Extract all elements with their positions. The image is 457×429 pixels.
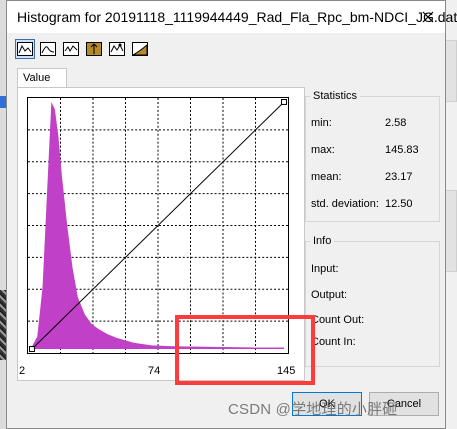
background-panel bbox=[445, 190, 457, 272]
histogram-gaussian-button[interactable] bbox=[38, 39, 58, 59]
info-count-out-label: Count Out: bbox=[311, 314, 365, 326]
statistics-title: Statistics bbox=[313, 90, 358, 102]
histogram-linear-icon bbox=[17, 42, 33, 56]
histogram-cumulative-icon bbox=[132, 42, 148, 56]
histogram-custom-icon bbox=[109, 42, 125, 56]
info-input-label: Input: bbox=[311, 263, 339, 275]
histogram-equalize-icon bbox=[63, 42, 79, 56]
toolbar bbox=[15, 39, 150, 63]
histogram-dialog: Histogram for 20191118_1119944449_Rad_Fl… bbox=[6, 0, 457, 429]
stat-stddev-value: 12.50 bbox=[385, 198, 413, 210]
transfer-handle-start[interactable] bbox=[28, 346, 35, 353]
histogram-equalize-button[interactable] bbox=[61, 39, 81, 59]
stat-max-value: 145.83 bbox=[385, 144, 419, 156]
info-count-in-label: Count In: bbox=[311, 336, 356, 348]
histogram-threshold-icon bbox=[86, 42, 102, 56]
histogram-threshold-button[interactable] bbox=[84, 39, 104, 59]
stat-stddev-label: std. deviation: bbox=[311, 198, 379, 210]
histogram-gaussian-icon bbox=[40, 42, 56, 56]
watermark: CSDN @学地理的小胖砸 bbox=[228, 401, 398, 418]
title-bar[interactable]: Histogram for 20191118_1119944449_Rad_Fl… bbox=[7, 1, 457, 33]
histogram-linear-button[interactable] bbox=[15, 39, 35, 59]
background-panel bbox=[445, 40, 457, 102]
stat-max-label: max: bbox=[311, 144, 335, 156]
x-tick-mid: 74 bbox=[148, 365, 161, 377]
histogram-cumulative-button[interactable] bbox=[130, 39, 150, 59]
histogram-custom-button[interactable] bbox=[107, 39, 127, 59]
info-output-label: Output: bbox=[311, 289, 348, 301]
highlight-annotation bbox=[175, 315, 315, 385]
tab-value[interactable]: Value bbox=[17, 68, 67, 88]
x-tick-min: 2 bbox=[19, 365, 26, 377]
window-title: Histogram for 20191118_1119944449_Rad_Fl… bbox=[17, 9, 457, 25]
stat-min-label: min: bbox=[311, 117, 332, 129]
stat-mean-label: mean: bbox=[311, 171, 342, 183]
close-button[interactable] bbox=[411, 1, 445, 33]
transfer-handle-end[interactable] bbox=[281, 98, 288, 105]
info-title: Info bbox=[313, 235, 332, 247]
stat-min-value: 2.58 bbox=[385, 117, 407, 129]
close-icon bbox=[422, 11, 434, 23]
stat-mean-value: 23.17 bbox=[385, 171, 413, 183]
